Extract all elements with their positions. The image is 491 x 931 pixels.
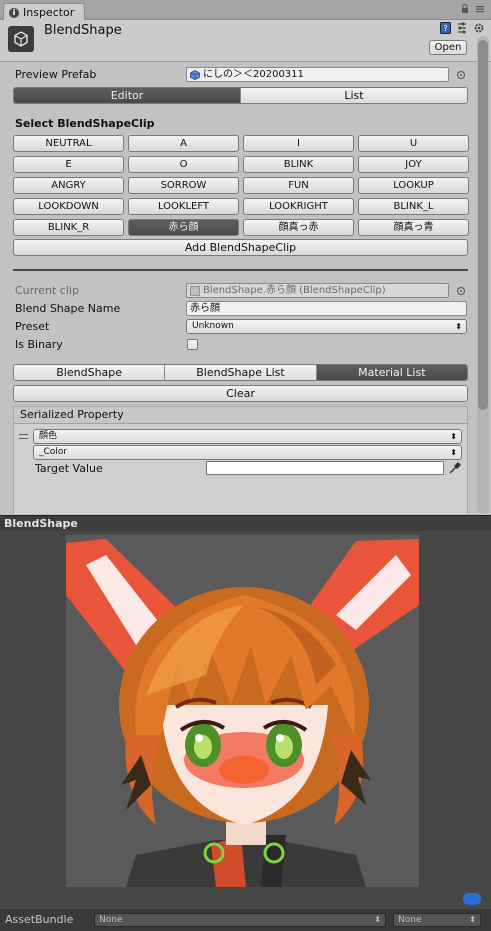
scrollbar-thumb[interactable] [478, 40, 488, 410]
mode-tabs: Editor List [13, 87, 468, 104]
preset-value: Unknown [192, 321, 234, 331]
clip-button-sorrow[interactable]: SORROW [128, 177, 239, 194]
eyedropper-icon[interactable] [448, 461, 462, 478]
object-title: BlendShape [44, 23, 122, 38]
clip-button-i[interactable]: I [243, 135, 354, 152]
separator [13, 269, 468, 271]
target-value-label: Target Value [35, 462, 103, 475]
clip-button-fun[interactable]: FUN [243, 177, 354, 194]
clip-button-a[interactable]: A [128, 135, 239, 152]
dropdown-arrow-icon: ⬍ [450, 448, 457, 457]
inspector-body: Preview Prefab にしの＞＜20200311 Editor List… [0, 62, 474, 514]
preset-sliders-icon[interactable] [456, 22, 468, 34]
blend-shape-name-label: Blend Shape Name [15, 302, 121, 315]
tab-material-list[interactable]: Material List [316, 365, 467, 380]
current-clip-label: Current clip [15, 284, 79, 297]
clip-button-joy[interactable]: JOY [358, 156, 469, 173]
clip-button-o[interactable]: O [128, 156, 239, 173]
clip-button-lookright[interactable]: LOOKRIGHT [243, 198, 354, 215]
clip-button-grid: NEUTRAL A I U E O BLINK JOY ANGRY SORROW… [13, 135, 469, 236]
current-clip-value: BlendShape.赤ら顔 (BlendShapeClip) [203, 285, 386, 296]
clip-button-blink[interactable]: BLINK [243, 156, 354, 173]
current-clip-field: BlendShape.赤ら顔 (BlendShapeClip) [186, 283, 449, 298]
clip-button-blink-r[interactable]: BLINK_R [13, 219, 124, 236]
clip-button-lookdown[interactable]: LOOKDOWN [13, 198, 124, 215]
info-icon: i [9, 7, 19, 18]
tab-editor[interactable]: Editor [14, 88, 241, 103]
asset-bundle-bar: AssetBundle None ⬍ None ⬍ [0, 909, 491, 931]
asset-bundle-label: AssetBundle [5, 913, 74, 926]
asset-label-icon[interactable] [463, 893, 481, 905]
add-clip-button[interactable]: Add BlendShapeClip [13, 239, 468, 256]
gear-icon[interactable] [473, 22, 485, 34]
open-button[interactable]: Open [429, 40, 467, 55]
tab-bar: i Inspector [0, 0, 491, 21]
is-binary-checkbox[interactable] [187, 339, 198, 350]
clip-button-face-red[interactable]: 顔真っ赤 [243, 219, 354, 236]
clip-button-lookup[interactable]: LOOKUP [358, 177, 469, 194]
dropdown-arrow-icon: ⬍ [455, 322, 462, 331]
dropdown-arrow-icon: ⬍ [374, 915, 381, 924]
inspector-header: BlendShape ? Open [0, 20, 491, 62]
dropdown-arrow-icon: ⬍ [450, 432, 457, 441]
lock-icon[interactable] [461, 4, 469, 17]
property-dropdown[interactable]: _Color ⬍ [33, 445, 462, 460]
prefab-picker-icon[interactable] [457, 71, 465, 79]
avatar-preview-image [66, 535, 419, 887]
select-clip-heading: Select BlendShapeClip [15, 117, 155, 130]
clip-button-face-blue[interactable]: 顔真っ青 [358, 219, 469, 236]
preset-dropdown[interactable]: Unknown ⬍ [186, 319, 467, 334]
tab-inspector-label: Inspector [23, 6, 75, 19]
preview-prefab-value: にしの＞＜20200311 [203, 69, 304, 80]
help-book-icon[interactable]: ? [439, 22, 451, 34]
drag-handle-icon[interactable] [19, 434, 28, 439]
sub-tabs: BlendShape BlendShape List Material List [13, 364, 468, 381]
clip-button-lookleft[interactable]: LOOKLEFT [128, 198, 239, 215]
clear-button[interactable]: Clear [13, 385, 468, 402]
preset-label: Preset [15, 320, 50, 333]
target-color-field[interactable] [206, 461, 444, 475]
tab-blendshape[interactable]: BlendShape [14, 365, 166, 380]
tab-list[interactable]: List [241, 88, 467, 103]
model-preview[interactable] [0, 531, 491, 909]
clip-button-u[interactable]: U [358, 135, 469, 152]
preview-prefab-field[interactable]: にしの＞＜20200311 [186, 67, 449, 82]
asset-bundle-variant-value: None [398, 915, 422, 925]
blend-shape-name-input[interactable]: 赤ら顔 [186, 301, 467, 316]
tab-inspector[interactable]: i Inspector [3, 3, 85, 21]
asset-bundle-name-value: None [99, 915, 123, 925]
asset-bundle-variant-dropdown[interactable]: None ⬍ [393, 913, 481, 927]
svg-text:?: ? [443, 24, 447, 33]
material-value: 顔色 [39, 431, 58, 441]
asset-bundle-name-dropdown[interactable]: None ⬍ [94, 913, 386, 927]
preview-prefab-label: Preview Prefab [15, 68, 97, 81]
clip-button-flushed[interactable]: 赤ら顔 [128, 219, 239, 236]
property-value: _Color [39, 447, 67, 457]
clip-button-blink-l[interactable]: BLINK_L [358, 198, 469, 215]
material-dropdown[interactable]: 顔色 ⬍ [33, 429, 462, 444]
clip-button-e[interactable]: E [13, 156, 124, 173]
clip-asset-icon [190, 286, 200, 297]
inspector-scrollbar[interactable] [477, 36, 489, 514]
serialized-property-header: Serialized Property [14, 407, 467, 424]
is-binary-label: Is Binary [15, 338, 63, 351]
tab-blendshape-list[interactable]: BlendShape List [165, 365, 317, 380]
clip-button-angry[interactable]: ANGRY [13, 177, 124, 194]
clip-button-neutral[interactable]: NEUTRAL [13, 135, 124, 152]
unity-object-icon [8, 26, 34, 52]
clip-picker-icon[interactable] [457, 287, 465, 295]
preview-title: BlendShape [0, 515, 491, 531]
prefab-cube-icon [190, 70, 200, 81]
dropdown-arrow-icon: ⬍ [469, 915, 476, 924]
serialized-property-panel: Serialized Property 顔色 ⬍ _Color ⬍ Target… [13, 406, 468, 514]
menu-icon[interactable] [475, 4, 485, 17]
